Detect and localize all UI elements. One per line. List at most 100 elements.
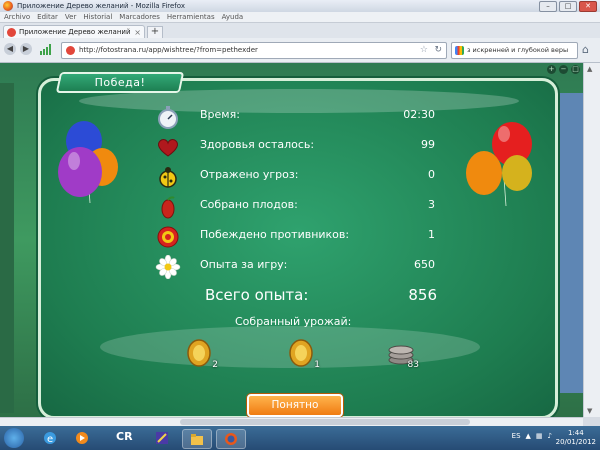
language-indicator[interactable]: ES xyxy=(512,432,521,440)
volume-icon[interactable]: ♪ xyxy=(548,432,552,440)
menu-archivo[interactable]: Archivo xyxy=(4,12,30,22)
stat-value: 99 xyxy=(421,138,435,151)
close-window-button[interactable]: ✕ xyxy=(579,1,597,12)
stat-row-threats: Отражено угроз: 0 xyxy=(155,165,435,189)
menu-ver[interactable]: Ver xyxy=(65,12,76,22)
fruit-icon xyxy=(161,196,175,219)
menu-editar[interactable]: Editar xyxy=(37,12,58,22)
total-value: 856 xyxy=(408,286,437,304)
balloons-right-icon xyxy=(466,122,532,207)
firefox-logo-icon xyxy=(3,1,13,11)
zoom-in-icon[interactable]: + xyxy=(547,65,556,74)
menu-marcadores[interactable]: Marcadores xyxy=(119,12,160,22)
gold-coin-icon xyxy=(289,339,313,367)
stat-value: 650 xyxy=(414,258,435,271)
window-title: Приложение Дерево желаний - Mozilla Fire… xyxy=(17,2,185,10)
menu-historial[interactable]: Historial xyxy=(83,12,112,22)
stat-row-experience: Опыта за игру: 650 xyxy=(155,255,435,279)
fotostrana-favicon-icon xyxy=(7,28,16,37)
navigation-bar: ◀ ▶ http://fotostrana.ru/app/wishtree/?f… xyxy=(0,38,600,63)
stat-row-fruits: Собрано плодов: 3 xyxy=(155,195,435,219)
ok-button[interactable]: Понятно xyxy=(247,394,343,417)
dialog-title: Победа! xyxy=(94,76,146,89)
zoom-out-icon[interactable]: − xyxy=(559,65,568,74)
left-scenery xyxy=(0,83,14,413)
scroll-up-icon[interactable]: ▲ xyxy=(587,65,592,73)
clock[interactable]: 1:44 20/01/2012 xyxy=(556,429,596,447)
game-toolbar: + − □ xyxy=(547,65,580,74)
balloons-left-icon xyxy=(58,121,118,204)
taskbar: e CR ES ▲ ▦ ♪ 1:44 20/01/2012 xyxy=(0,426,600,450)
right-scenery xyxy=(556,93,583,393)
reload-icon[interactable]: ↻ xyxy=(434,43,442,58)
stat-value: 3 xyxy=(428,198,435,211)
menu-herramientas[interactable]: Herramientas xyxy=(167,12,215,22)
start-button-icon[interactable] xyxy=(4,428,24,448)
stat-value: 1 xyxy=(428,228,435,241)
dialog-header: Победа! xyxy=(55,72,185,93)
taskbar-app[interactable] xyxy=(148,429,176,447)
minimize-button[interactable]: – xyxy=(539,1,557,12)
taskbar-firefox[interactable] xyxy=(216,429,246,449)
google-search-icon xyxy=(455,46,464,55)
stat-value: 02:30 xyxy=(403,108,435,121)
taskbar-cr-label[interactable]: CR xyxy=(116,430,133,443)
system-tray: ES ▲ ▦ ♪ xyxy=(512,432,552,440)
menu-bar: Archivo Editar Ver Historial Marcadores … xyxy=(0,12,600,23)
stat-label: Отражено угроз: xyxy=(200,168,299,181)
url-text: http://fotostrana.ru/app/wishtree/?from=… xyxy=(79,46,258,54)
search-box[interactable]: з искренней и глубокой веры xyxy=(451,42,578,59)
taskbar-media[interactable] xyxy=(68,429,96,447)
taskbar-ie[interactable]: e xyxy=(36,429,64,447)
tab-wishtree[interactable]: Приложение Дерево желаний × xyxy=(3,25,145,39)
harvest-count: 1 xyxy=(314,360,320,370)
back-arrow-icon[interactable]: ◀ xyxy=(4,43,16,55)
signal-bars-icon xyxy=(40,44,51,55)
stat-label: Время: xyxy=(200,108,240,121)
network-icon[interactable]: ▦ xyxy=(536,432,543,440)
harvest-count: 83 xyxy=(407,360,419,370)
stat-label: Побеждено противников: xyxy=(200,228,350,241)
stat-row-health: Здоровья осталось: 99 xyxy=(155,135,435,159)
clock-date: 20/01/2012 xyxy=(555,438,596,446)
vertical-scrollbar[interactable]: ▲ ▼ xyxy=(583,63,600,417)
window-controls: – □ ✕ xyxy=(539,1,597,12)
harvest-item: 83 xyxy=(386,338,419,370)
address-bar[interactable]: http://fotostrana.ru/app/wishtree/?from=… xyxy=(61,42,447,59)
bookmark-star-icon[interactable]: ☆ xyxy=(420,43,428,58)
stat-row-enemies: Побеждено противников: 1 xyxy=(155,225,435,249)
tab-bar: Приложение Дерево желаний × + xyxy=(0,23,600,39)
pen-tool-icon xyxy=(156,432,168,444)
clock-time: 1:44 xyxy=(567,429,584,437)
total-label: Всего опыта: xyxy=(205,286,309,304)
ie-icon: e xyxy=(44,432,56,445)
scroll-down-icon[interactable]: ▼ xyxy=(587,407,592,415)
harvest-item: 2 xyxy=(185,338,218,370)
taskbar-explorer[interactable] xyxy=(182,429,212,449)
scroll-thumb[interactable] xyxy=(180,419,470,425)
svg-text:e: e xyxy=(47,434,53,445)
harvest-item: 1 xyxy=(287,338,320,370)
forward-arrow-icon[interactable]: ▶ xyxy=(20,43,32,55)
gold-coin-icon xyxy=(187,339,211,367)
target-icon xyxy=(157,226,179,248)
stat-value: 0 xyxy=(428,168,435,181)
beetle-icon xyxy=(159,167,177,188)
heart-icon xyxy=(158,139,178,157)
stat-label: Здоровья осталось: xyxy=(200,138,315,151)
media-player-icon xyxy=(76,432,88,444)
stat-label: Опыта за игру: xyxy=(200,258,288,271)
site-identity-icon xyxy=(66,46,75,55)
harvest-count: 2 xyxy=(212,360,218,370)
tray-arrow-icon[interactable]: ▲ xyxy=(526,432,531,440)
menu-ayuda[interactable]: Ayuda xyxy=(222,12,244,22)
game-viewport: + − □ Победа! Время: 02:30 Здоровья оста… xyxy=(0,63,583,417)
folder-icon xyxy=(191,434,203,445)
maximize-button[interactable]: □ xyxy=(559,1,577,12)
search-text: з искренней и глубокой веры xyxy=(467,46,569,54)
firefox-icon xyxy=(225,433,237,445)
fullscreen-icon[interactable]: □ xyxy=(571,65,580,74)
home-icon[interactable]: ⌂ xyxy=(582,43,589,56)
stopwatch-icon xyxy=(158,106,178,129)
stat-label: Собрано плодов: xyxy=(200,198,298,211)
